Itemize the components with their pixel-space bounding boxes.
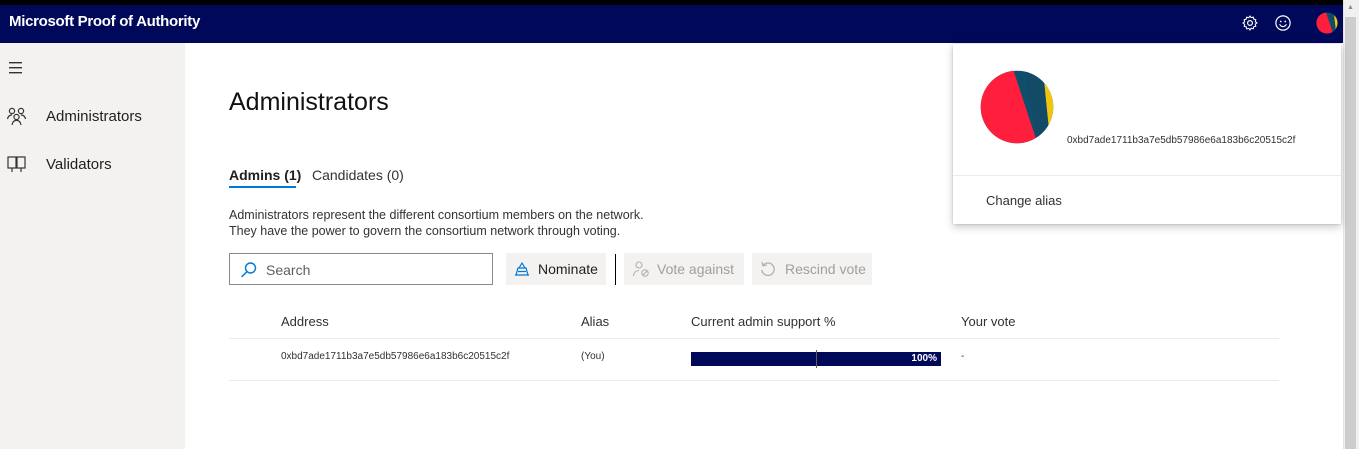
column-header-support[interactable]: Current admin support % (691, 314, 836, 329)
tab-admins[interactable]: Admins (1) (229, 167, 301, 183)
nominate-label: Nominate (538, 261, 598, 277)
vote-against-icon (632, 261, 649, 277)
search-icon (241, 262, 257, 278)
page-title: Administrators (229, 88, 389, 116)
column-header-alias[interactable]: Alias (581, 314, 609, 329)
support-threshold-marker (816, 350, 817, 368)
scroll-up-arrow-icon[interactable]: ▲ (1347, 4, 1354, 11)
change-alias-link[interactable]: Change alias (986, 193, 1062, 208)
panel-divider (953, 175, 1341, 176)
validators-icon (7, 156, 26, 172)
gear-icon (1242, 15, 1258, 31)
column-header-address[interactable]: Address (281, 314, 329, 329)
sidebar-item-label: Administrators (46, 107, 142, 125)
smiley-icon (1275, 15, 1291, 31)
support-progress-bar: 100% (691, 350, 941, 368)
settings-button[interactable] (1239, 12, 1261, 34)
account-avatar-button[interactable] (1315, 11, 1339, 35)
row-address: 0xbd7ade1711b3a7e5db57986e6a183b6c20515c… (281, 351, 510, 362)
description-line-1: Administrators represent the different c… (229, 208, 644, 222)
row-your-vote: - (961, 351, 965, 362)
search-placeholder: Search (266, 262, 311, 278)
profile-avatar (980, 70, 1054, 144)
rescind-vote-label: Rescind vote (785, 261, 866, 277)
rescind-vote-button[interactable]: Rescind vote (752, 253, 872, 285)
scrollbar-thumb[interactable] (1345, 17, 1356, 449)
sidebar: Administrators Validators (0, 43, 185, 449)
support-percent-label: 100% (911, 353, 937, 364)
profile-address: 0xbd7ade1711b3a7e5db57986e6a183b6c20515c… (1067, 135, 1296, 146)
top-bar: Microsoft Proof of Authority (0, 5, 1343, 43)
sidebar-item-validators[interactable]: Validators (0, 146, 185, 182)
description-line-2: They have the power to govern the consor… (229, 224, 621, 238)
tab-candidates[interactable]: Candidates (0) (312, 167, 404, 183)
command-separator (615, 254, 616, 285)
header-divider (229, 338, 1279, 339)
search-input[interactable]: Search (229, 253, 493, 285)
sidebar-item-label: Validators (46, 155, 112, 173)
menu-toggle-button[interactable] (8, 61, 24, 80)
avatar (1316, 12, 1338, 34)
column-header-your-vote[interactable]: Your vote (961, 314, 1015, 329)
row-alias: (You) (581, 351, 605, 362)
vote-against-label: Vote against (657, 261, 735, 277)
active-tab-indicator (229, 186, 296, 188)
app-title: Microsoft Proof of Authority (9, 13, 201, 30)
row-divider (229, 380, 1279, 381)
feedback-button[interactable] (1272, 12, 1294, 34)
rescind-icon (761, 261, 775, 277)
sidebar-item-administrators[interactable]: Administrators (0, 98, 185, 134)
profile-panel: 0xbd7ade1711b3a7e5db57986e6a183b6c20515c… (953, 44, 1341, 224)
people-icon (6, 107, 27, 126)
nominate-button[interactable]: Nominate (506, 253, 606, 285)
hamburger-icon (9, 62, 22, 74)
nominate-icon (515, 261, 529, 276)
vote-against-button[interactable]: Vote against (624, 253, 744, 285)
